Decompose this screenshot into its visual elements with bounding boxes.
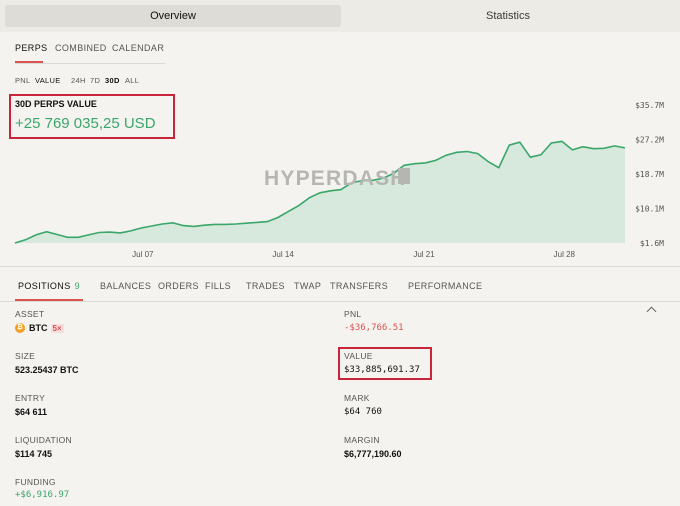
tab-fills[interactable]: FILLS [205,281,231,291]
divider [0,301,680,302]
toggle-value[interactable]: VALUE [35,76,61,85]
tab-statistics[interactable]: Statistics [341,5,675,27]
perps-value-title: 30D PERPS VALUE [15,99,97,109]
tab-twap[interactable]: TWAP [294,281,321,291]
toggle-pnl[interactable]: PNL [15,76,31,85]
value-label: VALUE [344,351,373,361]
top-tab-bar: Overview Statistics [0,0,680,32]
range-30d[interactable]: 30D [105,76,120,85]
x-tick-label: Jul 28 [554,250,576,259]
asset-label: ASSET [15,309,45,319]
x-tick-label: Jul 21 [413,250,435,259]
perps-value-amount: +25 769 035,25 USD [15,115,156,132]
entry-value: $64 611 [15,407,48,417]
range-24h[interactable]: 24H [71,76,86,85]
pnl-value: -$36,766.51 [344,323,404,333]
range-all[interactable]: ALL [125,76,139,85]
y-tick-label: $35.7M [635,101,664,110]
tab-orders[interactable]: ORDERS [158,281,199,291]
y-tick-label: $10.1M [635,205,664,214]
collapse-chevron-icon[interactable] [646,306,657,317]
mark-label: MARK [344,393,370,403]
pnl-label: PNL [344,309,362,319]
tab-perps[interactable]: PERPS [15,43,48,53]
divider [0,266,680,267]
tab-combined[interactable]: COMBINED [55,43,107,53]
liquidation-label: LIQUIDATION [15,435,72,445]
liquidation-value: $114 745 [15,449,53,459]
watermark-block-icon [398,168,410,184]
range-7d[interactable]: 7D [90,76,100,85]
asset-symbol: BTC [29,323,48,333]
size-label: SIZE [15,351,36,361]
funding-label: FUNDING [15,477,56,487]
tab-positions[interactable]: POSITIONS 9 [18,281,80,291]
y-tick-label: $27.2M [635,136,664,145]
entry-label: ENTRY [15,393,46,403]
tab-balances[interactable]: BALANCES [100,281,151,291]
tab-overview[interactable]: Overview [5,5,341,27]
mark-value: $64 760 [344,407,382,417]
tab-calendar[interactable]: CALENDAR [112,43,164,53]
funding-value: +$6,916.97 [15,490,70,500]
size-value: 523.25437 BTC [15,365,79,375]
bitcoin-icon: ₿ [15,323,25,333]
tab-positions-label: POSITIONS [18,281,71,291]
leverage-badge: 5× [50,324,64,333]
value-value: $33,885,691.37 [344,365,420,375]
divider [15,63,165,64]
x-tick-label: Jul 07 [132,250,154,259]
x-tick-label: Jul 14 [272,250,294,259]
margin-label: MARGIN [344,435,380,445]
tab-transfers[interactable]: TRANSFERS [330,281,388,291]
asset-value[interactable]: BTC 5× [29,323,64,333]
watermark: HYPERDASH [264,167,407,190]
tab-trades[interactable]: TRADES [246,281,285,291]
margin-value: $6,777,190.60 [344,449,402,459]
y-tick-label: $1.6M [640,239,664,248]
y-tick-label: $18.7M [635,170,664,179]
tab-performance[interactable]: PERFORMANCE [408,281,482,291]
positions-count-badge: 9 [74,281,81,291]
